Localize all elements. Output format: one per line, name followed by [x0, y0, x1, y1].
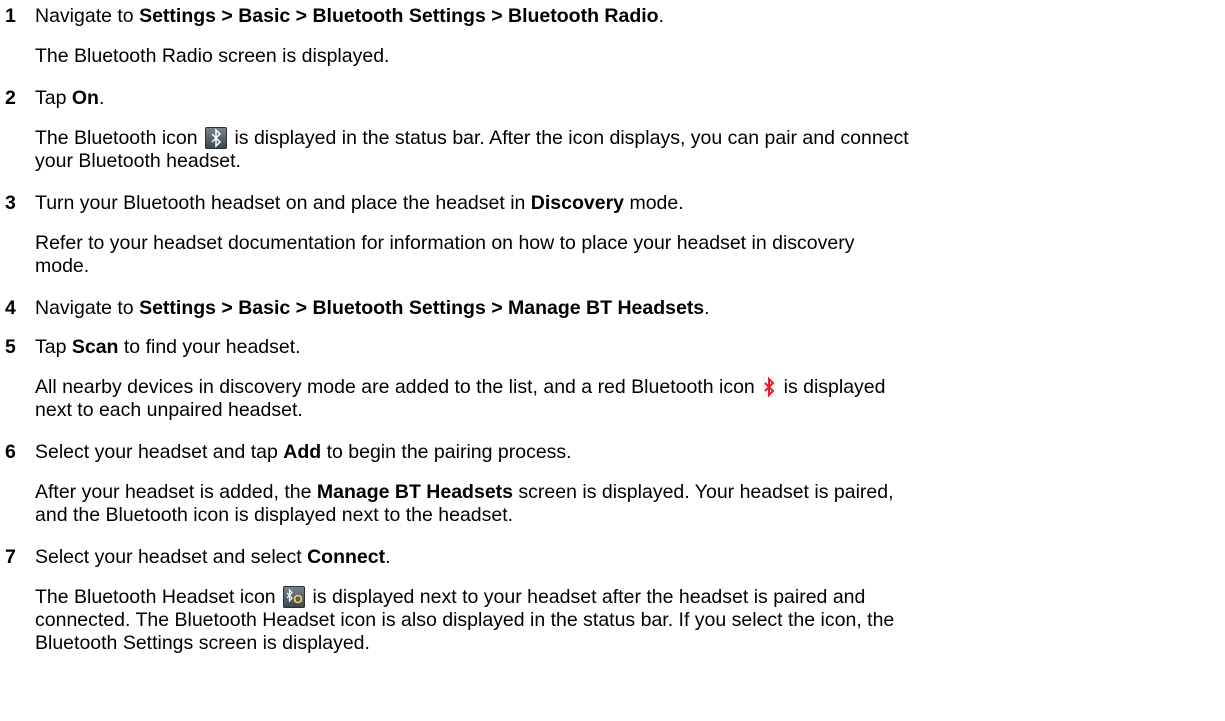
step-result-continued: connected. The Bluetooth Headset icon is…	[35, 609, 895, 631]
button-name: Add	[283, 441, 322, 463]
step-result: Refer to your headset documentation for …	[35, 232, 855, 254]
step-instruction: Turn your Bluetooth headset on and place…	[35, 192, 684, 214]
bluetooth-icon	[205, 127, 228, 149]
step-result-continued: your Bluetooth headset.	[35, 150, 241, 172]
menu-path: Settings > Basic > Bluetooth Settings > …	[139, 5, 659, 27]
step-instruction: Select your headset and tap Add to begin…	[35, 441, 572, 463]
step-result: All nearby devices in discovery mode are…	[35, 376, 886, 398]
step-number: 6	[5, 441, 16, 463]
step-instruction: Tap On.	[35, 87, 105, 109]
step-result: The Bluetooth Radio screen is displayed.	[35, 45, 390, 67]
step-instruction: Tap Scan to find your headset.	[35, 336, 301, 358]
step-result-continued: mode.	[35, 255, 90, 277]
step-instruction: Select your headset and select Connect.	[35, 546, 391, 568]
step-result-continued: next to each unpaired headset.	[35, 399, 303, 421]
step-instruction: Navigate to Settings > Basic > Bluetooth…	[35, 297, 710, 319]
button-name: On	[71, 87, 99, 109]
instruction-document: 1 Navigate to Settings > Basic > Bluetoo…	[0, 0, 1225, 721]
step-number: 1	[5, 5, 16, 27]
step-result: After your headset is added, the Manage …	[35, 481, 894, 503]
step-number: 2	[5, 87, 16, 109]
step-number: 7	[5, 546, 16, 568]
step-number: 4	[5, 297, 16, 319]
menu-path: Settings > Basic > Bluetooth Settings > …	[139, 297, 705, 319]
button-name: Connect	[307, 546, 386, 568]
bluetooth-headset-icon	[283, 586, 306, 608]
step-result-continued: and the Bluetooth icon is displayed next…	[35, 504, 514, 526]
step-number: 5	[5, 336, 16, 358]
screen-name: Manage BT Headsets	[316, 481, 514, 503]
red-bluetooth-icon	[762, 376, 777, 398]
step-number: 3	[5, 192, 16, 214]
step-instruction: Navigate to Settings > Basic > Bluetooth…	[35, 5, 664, 27]
step-result-continued: Bluetooth Settings screen is displayed.	[35, 632, 370, 654]
button-name: Scan	[71, 336, 119, 358]
step-result: The Bluetooth Headset icon is displayed …	[35, 586, 866, 608]
mode-name: Discovery	[530, 192, 625, 214]
step-result: The Bluetooth icon is displayed in the s…	[35, 127, 909, 149]
